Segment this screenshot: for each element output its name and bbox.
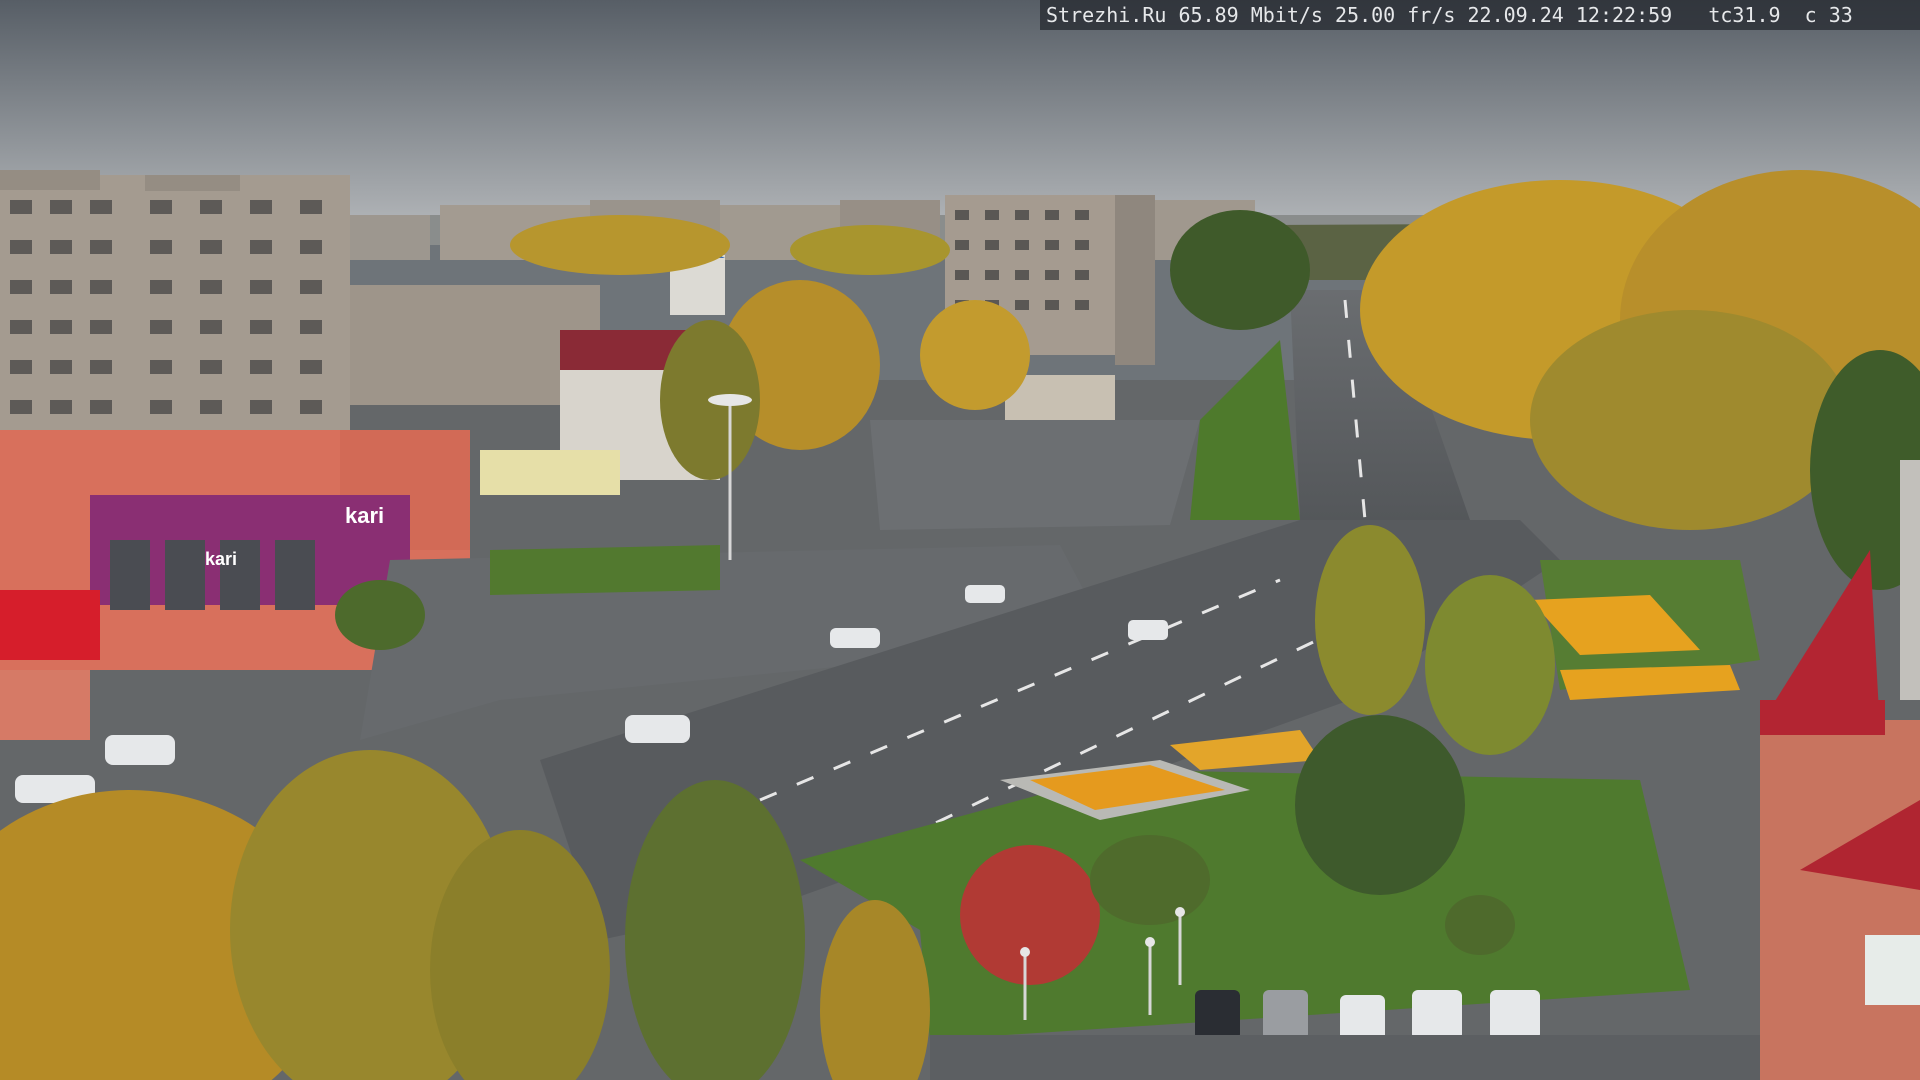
osd-date: 22.09.24 bbox=[1467, 3, 1564, 27]
osd-site: Strezhi.Ru bbox=[1046, 3, 1167, 27]
osd-framerate: 25.00 fr/s bbox=[1335, 3, 1456, 27]
lawn-left bbox=[490, 545, 720, 595]
osd-time: 12:22:59 bbox=[1575, 3, 1673, 27]
city-square-scene: kari kari bbox=[0, 0, 1920, 1080]
plaza bbox=[870, 420, 1200, 530]
camera-osd-overlay: Strezhi.Ru 65.89 Mbit/s 25.00 fr/s 22.09… bbox=[1040, 0, 1920, 30]
osd-c: c 33 bbox=[1804, 3, 1853, 27]
store-sign: kari bbox=[345, 503, 384, 528]
osd-tc: tc31.9 bbox=[1708, 3, 1781, 27]
osd-bitrate: 65.89 Mbit/s bbox=[1178, 3, 1323, 27]
parking-lot bbox=[930, 1035, 1760, 1080]
store-sign-facade: kari bbox=[205, 549, 237, 569]
median-lawn bbox=[1190, 340, 1300, 520]
camera-view: kari kari Strezhi.Ru 65.89 Mbit/s 25.00 … bbox=[0, 0, 1920, 1080]
